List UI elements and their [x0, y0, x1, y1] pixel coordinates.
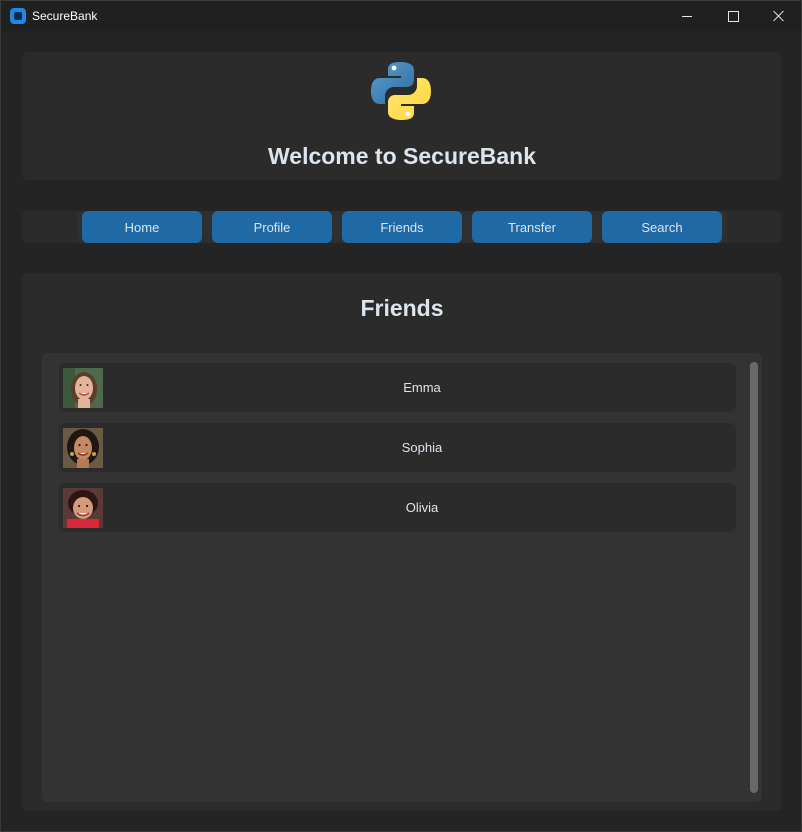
maximize-button[interactable] — [710, 1, 756, 31]
home-button[interactable]: Home — [82, 211, 202, 243]
window-title: SecureBank — [32, 9, 98, 23]
app-icon — [10, 8, 26, 24]
nav-bar: Home Profile Friends Transfer Search — [22, 211, 782, 243]
welcome-heading: Welcome to SecureBank — [267, 143, 536, 169]
close-button[interactable] — [756, 1, 802, 31]
page-title: Friends — [360, 295, 444, 321]
friend-name: Sophia — [401, 440, 443, 455]
friend-name: Emma — [403, 380, 441, 395]
profile-button[interactable]: Profile — [212, 211, 332, 243]
friend-name: Olivia — [405, 500, 439, 515]
app-window: SecureBank Welcome to SecureBank Home Pr… — [0, 0, 802, 832]
friends-button[interactable]: Friends — [342, 211, 462, 243]
maximize-icon — [727, 10, 739, 22]
content-panel: Friends Emma Sophia Olivia — [22, 273, 782, 811]
scrollbar[interactable] — [750, 362, 758, 793]
friend-row-olivia[interactable]: Olivia — [59, 483, 736, 532]
friends-list[interactable]: Emma Sophia Olivia — [42, 353, 762, 802]
title-bar: SecureBank — [1, 1, 801, 31]
search-button[interactable]: Search — [602, 211, 722, 243]
header-frame: Welcome to SecureBank — [22, 52, 782, 180]
friend-row-emma[interactable]: Emma — [59, 363, 736, 412]
transfer-button[interactable]: Transfer — [472, 211, 592, 243]
minimize-button[interactable] — [664, 1, 710, 31]
close-icon — [773, 10, 785, 22]
python-logo-icon — [371, 62, 431, 120]
minimize-icon — [682, 15, 692, 17]
friend-row-sophia[interactable]: Sophia — [59, 423, 736, 472]
scrollbar-thumb[interactable] — [750, 362, 758, 793]
